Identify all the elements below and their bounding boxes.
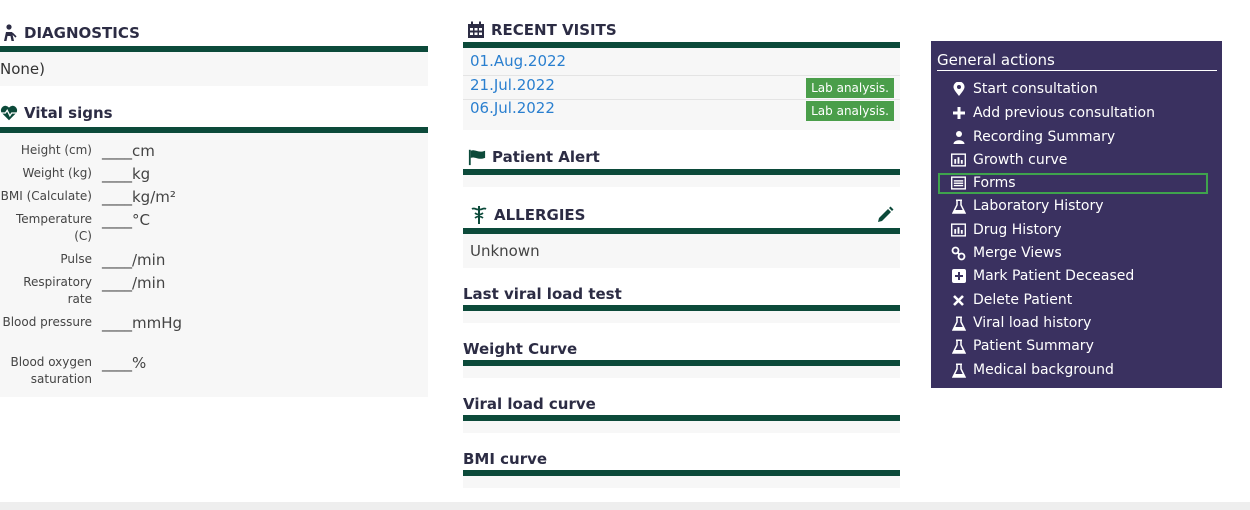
recent-visits-heading: RECENT VISITS — [467, 21, 617, 39]
add-previous-consultation-action[interactable]: Add previous consultation — [951, 103, 1155, 123]
flask-icon — [951, 363, 966, 378]
vital-label: Temperature (C) — [15, 212, 92, 243]
vital-label: Blood pressure — [2, 315, 92, 329]
lab-analysis-badge[interactable]: Lab analysis. — [806, 78, 894, 98]
vital-value: ____/min — [102, 251, 166, 269]
vital-value: ____kg — [102, 165, 151, 183]
visit-row: 21.Jul.2022 Lab analysis. — [463, 76, 900, 100]
visit-date-link[interactable]: 06.Jul.2022 — [470, 99, 555, 117]
flask-icon — [951, 339, 966, 354]
vital-value: ____°C — [102, 211, 150, 229]
bar-chart-icon — [951, 153, 966, 168]
vital-row-respiratory-rate: Respiratory rate ____/min — [0, 274, 428, 310]
user-icon — [951, 130, 966, 145]
action-label: Add previous consultation — [973, 105, 1155, 121]
recording-summary-action[interactable]: Recording Summary — [951, 127, 1115, 147]
start-consultation-action[interactable]: Start consultation — [951, 79, 1098, 99]
visit-date-link[interactable]: 21.Jul.2022 — [470, 76, 555, 94]
close-icon — [951, 293, 966, 308]
recent-visits-title: RECENT VISITS — [491, 21, 617, 39]
forms-focus-highlight — [938, 173, 1208, 194]
viral-load-history-action[interactable]: Viral load history — [951, 313, 1091, 333]
patient-alert-title: Patient Alert — [492, 148, 600, 166]
doctor-icon — [0, 24, 18, 42]
action-label: Mark Patient Deceased — [973, 268, 1135, 284]
general-actions-panel: General actions Start consultation Add p… — [931, 41, 1222, 388]
vital-label: Height (cm) — [20, 143, 92, 157]
page-footer-band — [0, 502, 1250, 510]
vital-row-blood-pressure: Blood pressure ____mmHg — [0, 314, 428, 350]
vital-label: Pulse — [60, 252, 92, 266]
edit-allergies-button[interactable] — [876, 206, 896, 226]
action-label: Merge Views — [973, 245, 1062, 261]
diagnostics-title: DIAGNOSTICS — [24, 24, 140, 42]
vital-label: Blood oxygen saturation — [10, 355, 92, 386]
patient-summary-action[interactable]: Patient Summary — [951, 336, 1094, 356]
link-icon — [951, 246, 966, 261]
delete-patient-action[interactable]: Delete Patient — [951, 290, 1072, 310]
vital-label: BMI (Calculate) — [0, 189, 92, 203]
action-label: Patient Summary — [973, 338, 1094, 354]
drug-history-action[interactable]: Drug History — [951, 220, 1062, 240]
visit-row: 01.Aug.2022 — [463, 52, 900, 76]
pencil-icon — [876, 206, 894, 224]
plus-icon — [951, 106, 966, 121]
vital-signs-title: Vital signs — [24, 104, 113, 122]
patient-alert-heading: Patient Alert — [468, 148, 600, 166]
diagnostics-heading: DIAGNOSTICS — [0, 24, 140, 42]
plus-square-icon — [951, 269, 966, 284]
vital-label: Respiratory rate — [23, 275, 92, 306]
lab-analysis-badge[interactable]: Lab analysis. — [806, 101, 894, 121]
allergies-heading: ALLERGIES — [470, 206, 585, 224]
growth-curve-action[interactable]: Growth curve — [951, 150, 1067, 170]
general-actions-title: General actions — [937, 51, 1217, 71]
laboratory-history-action[interactable]: Laboratory History — [951, 196, 1104, 216]
flask-icon — [951, 199, 966, 214]
action-label: Start consultation — [973, 81, 1098, 97]
action-label: Viral load history — [973, 315, 1092, 331]
bmi-curve-heading: BMI curve — [463, 450, 548, 468]
caduceus-icon — [470, 206, 488, 224]
vital-value: ____kg/m² — [102, 188, 176, 206]
bar-chart-icon — [951, 223, 966, 238]
flask-icon — [951, 316, 966, 331]
heartbeat-icon — [0, 104, 18, 122]
vital-row-temperature: Temperature (C) ____°C — [0, 211, 428, 247]
weight-curve-heading: Weight Curve — [463, 340, 578, 358]
last-viral-load-heading: Last viral load test — [463, 285, 622, 303]
vital-value: ____% — [102, 354, 147, 372]
weight-curve-box — [463, 366, 900, 378]
calendar-icon — [467, 21, 485, 39]
action-label: Drug History — [973, 222, 1062, 238]
allergies-title: ALLERGIES — [494, 206, 586, 224]
patient-alert-box — [463, 175, 900, 187]
flag-icon — [468, 148, 486, 166]
visit-date-link[interactable]: 01.Aug.2022 — [470, 52, 566, 70]
bmi-curve-box — [463, 476, 900, 488]
viral-load-curve-heading: Viral load curve — [463, 395, 596, 413]
visit-row: 06.Jul.2022 Lab analysis. — [463, 99, 900, 122]
action-label: Delete Patient — [973, 292, 1073, 308]
viral-load-curve-box — [463, 421, 900, 433]
diagnostics-box — [0, 52, 428, 86]
map-pin-icon — [951, 81, 966, 97]
merge-views-action[interactable]: Merge Views — [951, 243, 1062, 263]
vital-row-oxygen-saturation: Blood oxygen saturation ____% — [0, 354, 428, 390]
action-label: Recording Summary — [973, 129, 1116, 145]
action-label: Laboratory History — [973, 198, 1104, 214]
vital-label: Weight (kg) — [22, 166, 92, 180]
allergies-value: Unknown — [470, 242, 540, 260]
vital-value: ____cm — [102, 142, 155, 160]
last-viral-load-box — [463, 311, 900, 323]
mark-patient-deceased-action[interactable]: Mark Patient Deceased — [951, 266, 1134, 286]
vital-value: ____/min — [102, 274, 166, 292]
diagnostics-value: None) — [0, 60, 45, 78]
vital-signs-heading: Vital signs — [0, 104, 113, 122]
medical-background-action[interactable]: Medical background — [951, 360, 1114, 380]
vital-value: ____mmHg — [102, 314, 183, 332]
action-label: Medical background — [973, 362, 1114, 378]
action-label: Growth curve — [973, 152, 1068, 168]
